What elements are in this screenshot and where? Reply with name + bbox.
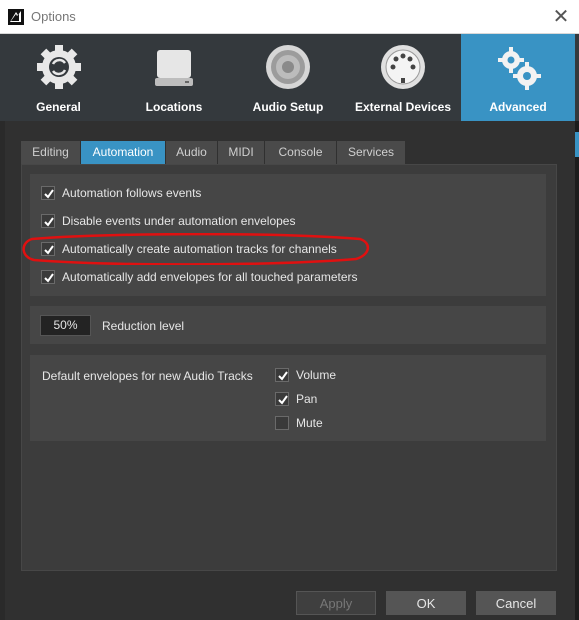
category-label: General: [36, 100, 81, 114]
category-advanced[interactable]: Advanced: [461, 34, 575, 121]
checkbox[interactable]: [275, 368, 289, 382]
gears-icon: [498, 47, 541, 90]
default-envelopes-label: Default envelopes for new Audio Tracks: [42, 369, 253, 383]
category-label: Locations: [145, 100, 203, 114]
option-label: Pan: [296, 392, 318, 406]
midi-connector-icon: [381, 45, 425, 89]
option-label: Volume: [296, 368, 337, 382]
checkbox[interactable]: [41, 214, 55, 228]
tab-console[interactable]: Console: [265, 141, 336, 164]
drive-icon: [155, 50, 193, 86]
check-icon: [44, 217, 54, 227]
check-icon: [44, 189, 54, 199]
option-label: Mute: [296, 416, 323, 430]
category-label: Advanced: [489, 100, 547, 114]
category-external-devices[interactable]: External Devices: [345, 34, 461, 121]
option-label: Automation follows events: [62, 186, 202, 200]
close-icon[interactable]: ✕: [549, 5, 573, 29]
category-locations[interactable]: Locations: [117, 34, 231, 121]
option-label: Automatically add envelopes for all touc…: [62, 270, 358, 284]
title-bar: Options ✕: [0, 0, 579, 34]
right-edge: [575, 121, 579, 620]
window-title: Options: [31, 9, 76, 24]
category-label: Audio Setup: [252, 100, 324, 114]
app-logo-icon: [8, 9, 24, 25]
category-label: External Devices: [354, 100, 452, 114]
tab-audio[interactable]: Audio: [166, 141, 217, 164]
apply-button[interactable]: Apply: [296, 591, 376, 615]
checkbox[interactable]: [41, 270, 55, 284]
tab-automation[interactable]: Automation: [81, 141, 165, 164]
highlight-ring: [22, 233, 369, 265]
checkbox[interactable]: [275, 392, 289, 406]
option-label: Disable events under automation envelope…: [62, 214, 296, 228]
category-general[interactable]: General: [0, 34, 117, 121]
reduction-level-input[interactable]: 50%: [40, 315, 91, 336]
tab-midi[interactable]: MIDI: [218, 141, 264, 164]
check-icon: [278, 395, 288, 405]
check-icon: [44, 273, 54, 283]
checkbox[interactable]: [275, 416, 289, 430]
reduction-level-label: Reduction level: [102, 319, 185, 333]
cancel-button[interactable]: Cancel: [476, 591, 556, 615]
checkbox[interactable]: [41, 186, 55, 200]
check-icon: [278, 371, 288, 381]
category-audio-setup[interactable]: Audio Setup: [231, 34, 345, 121]
category-bar: General Locations Audio Setup External D…: [0, 34, 579, 121]
ok-button[interactable]: OK: [386, 591, 466, 615]
speaker-icon: [266, 45, 310, 89]
tab-editing[interactable]: Editing: [21, 141, 80, 164]
tab-services[interactable]: Services: [337, 141, 405, 164]
gear-refresh-icon: [36, 45, 81, 89]
